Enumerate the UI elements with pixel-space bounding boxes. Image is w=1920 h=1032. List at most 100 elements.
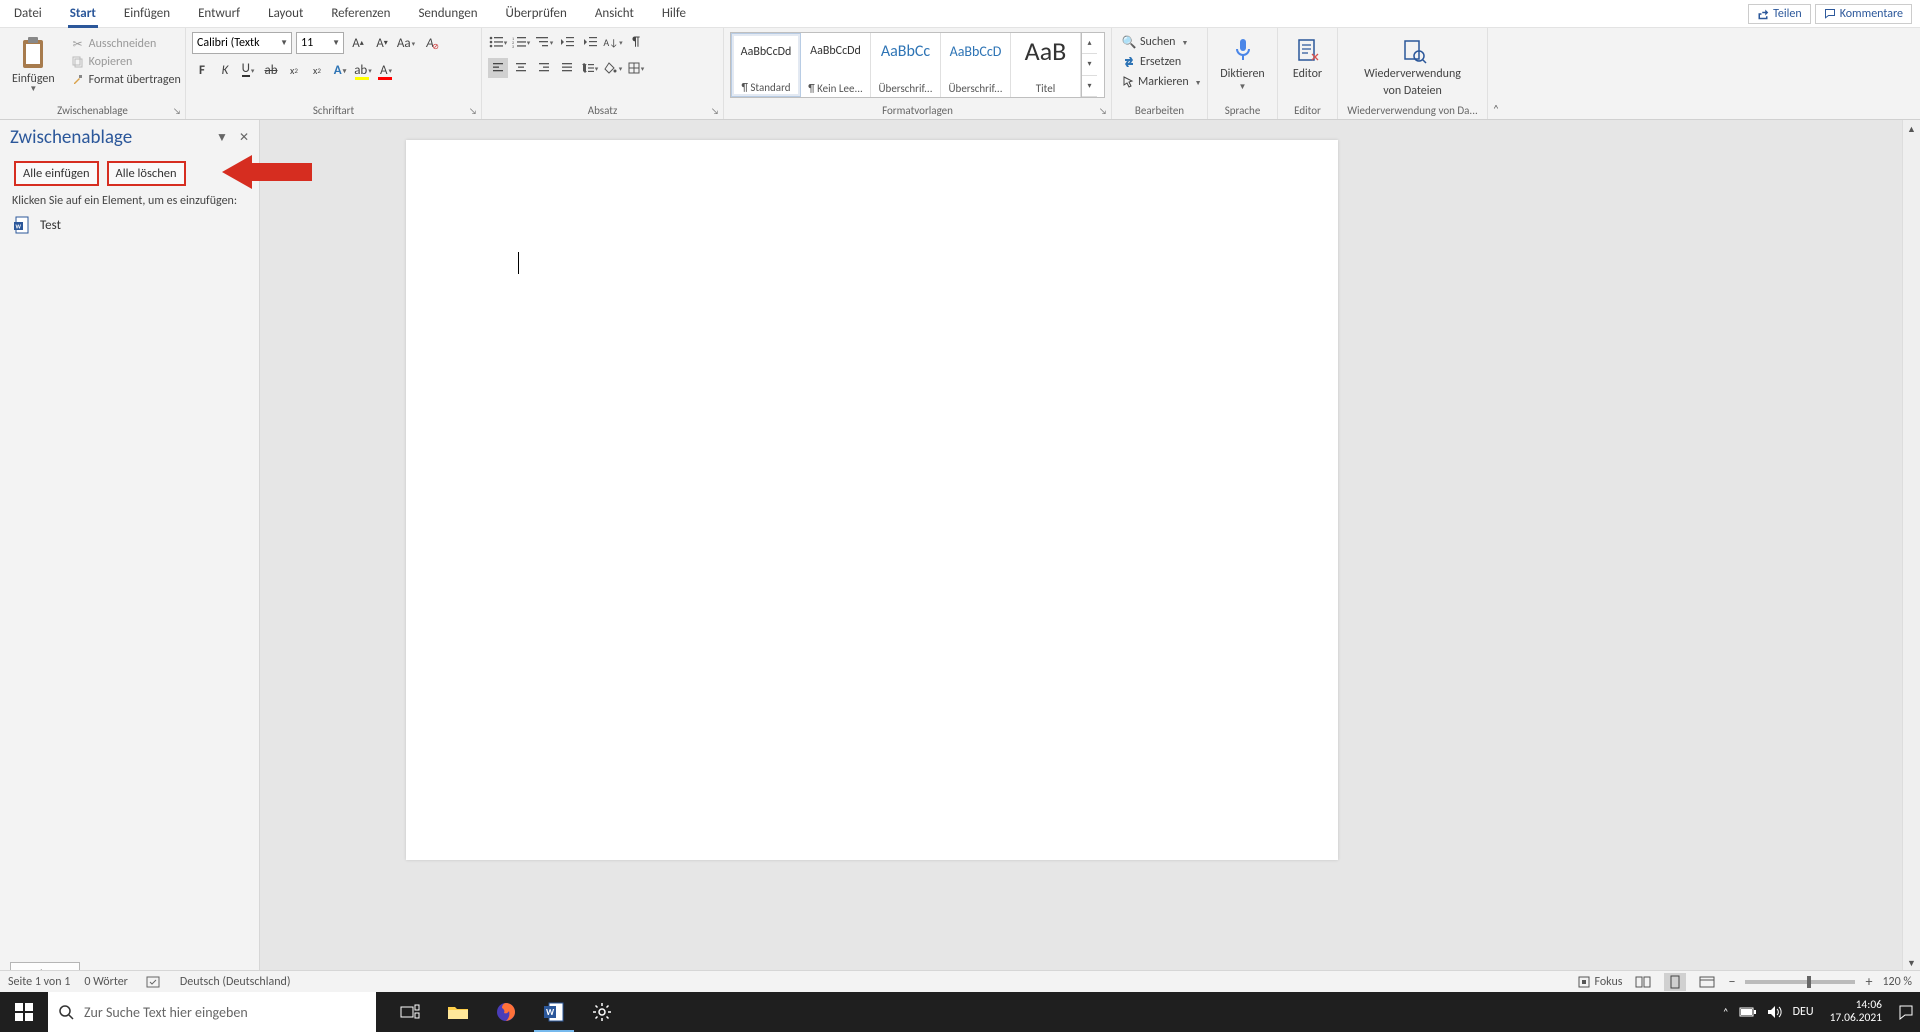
- italic-button[interactable]: K: [215, 60, 235, 80]
- taskbar-clock[interactable]: 14:06 17.06.2021: [1824, 999, 1888, 1025]
- multilevel-list-button[interactable]: [534, 32, 554, 52]
- task-view-button[interactable]: [386, 992, 434, 1032]
- show-marks-button[interactable]: ¶: [626, 32, 646, 52]
- zoom-out-button[interactable]: −: [1728, 973, 1735, 990]
- increase-indent-button[interactable]: [580, 32, 600, 52]
- tab-entwurf[interactable]: Entwurf: [184, 0, 254, 28]
- share-button[interactable]: Teilen: [1748, 4, 1811, 24]
- align-right-button[interactable]: [534, 58, 554, 78]
- style-title[interactable]: AaB Titel: [1011, 33, 1081, 97]
- zoom-in-button[interactable]: +: [1865, 973, 1872, 990]
- document-surface[interactable]: [260, 120, 1902, 997]
- line-spacing-button[interactable]: [580, 58, 600, 78]
- scroll-up-icon[interactable]: ▲: [1903, 120, 1920, 138]
- taskbar-firefox[interactable]: [482, 992, 530, 1032]
- tray-chevron-up-icon[interactable]: ˄: [1723, 1006, 1729, 1019]
- clipboard-launcher[interactable]: ↘: [171, 105, 183, 117]
- status-zoom[interactable]: 120 %: [1882, 975, 1912, 989]
- chevron-up-icon[interactable]: ▴: [1082, 33, 1097, 54]
- style-heading2[interactable]: AaBbCcD Überschrif...: [941, 33, 1011, 97]
- styles-more-icon[interactable]: ▾: [1082, 76, 1097, 97]
- status-page[interactable]: Seite 1 von 1: [8, 975, 70, 989]
- tab-datei[interactable]: Datei: [0, 0, 56, 28]
- align-left-button[interactable]: [488, 58, 508, 78]
- sort-button[interactable]: A↓: [603, 32, 623, 52]
- pane-options-dropdown[interactable]: ▼: [213, 129, 231, 147]
- superscript-button[interactable]: x2: [307, 60, 327, 80]
- font-name-combo[interactable]: Calibri (Textk ▼: [192, 32, 292, 54]
- tab-einfuegen[interactable]: Einfügen: [110, 0, 184, 28]
- read-mode-button[interactable]: [1632, 973, 1654, 991]
- styles-gallery[interactable]: AaBbCcDd ¶ Standard AaBbCcDd ¶ Kein Lee.…: [730, 32, 1105, 98]
- shading-button[interactable]: [603, 58, 623, 78]
- font-color-button[interactable]: A: [376, 60, 396, 80]
- taskbar-explorer[interactable]: [434, 992, 482, 1032]
- text-effects-button[interactable]: A: [330, 60, 350, 80]
- style-no-spacing[interactable]: AaBbCcDd ¶ Kein Lee...: [801, 33, 871, 97]
- strikethrough-button[interactable]: ab: [261, 60, 281, 80]
- numbering-button[interactable]: 123: [511, 32, 531, 52]
- justify-button[interactable]: [557, 58, 577, 78]
- styles-scroll[interactable]: ▴ ▾ ▾: [1081, 33, 1097, 97]
- paste-all-button[interactable]: Alle einfügen: [14, 161, 99, 186]
- paste-button[interactable]: Einfügen ▼: [6, 32, 61, 98]
- subscript-button[interactable]: x2: [284, 60, 304, 80]
- document-page[interactable]: [406, 140, 1338, 860]
- clipboard-item[interactable]: W Test: [0, 214, 259, 236]
- zoom-slider[interactable]: [1745, 980, 1855, 984]
- decrease-indent-button[interactable]: [557, 32, 577, 52]
- find-button[interactable]: 🔍 Suchen ▼: [1118, 34, 1201, 50]
- highlight-color-button[interactable]: ab: [353, 60, 373, 80]
- bullets-button[interactable]: [488, 32, 508, 52]
- tab-ueberpruefen[interactable]: Überprüfen: [492, 0, 581, 28]
- clear-formatting-button[interactable]: A⊘: [420, 33, 440, 53]
- input-language[interactable]: DEU: [1793, 1005, 1814, 1019]
- taskbar-search[interactable]: Zur Suche Text hier eingeben: [48, 992, 376, 1032]
- font-launcher[interactable]: ↘: [467, 105, 479, 117]
- collapse-ribbon-button[interactable]: ^: [1488, 28, 1504, 119]
- tab-hilfe[interactable]: Hilfe: [648, 0, 700, 28]
- comments-button[interactable]: Kommentare: [1815, 4, 1912, 24]
- style-standard[interactable]: AaBbCcDd ¶ Standard: [731, 33, 801, 97]
- dictate-button[interactable]: Diktieren ▼: [1214, 32, 1271, 96]
- pane-close-button[interactable]: ✕: [235, 129, 253, 147]
- spellcheck-icon[interactable]: [142, 975, 166, 989]
- start-button[interactable]: [0, 992, 48, 1032]
- volume-icon[interactable]: [1767, 1005, 1783, 1019]
- taskbar-settings[interactable]: [578, 992, 626, 1032]
- grow-font-button[interactable]: A▴: [348, 33, 368, 53]
- bold-button[interactable]: F: [192, 60, 212, 80]
- reuse-files-button[interactable]: Wiederverwendung von Dateien: [1344, 32, 1481, 102]
- notifications-icon[interactable]: [1898, 1004, 1914, 1020]
- select-button[interactable]: Markieren ▼: [1118, 74, 1201, 90]
- focus-mode-button[interactable]: Fokus: [1577, 975, 1623, 989]
- taskbar-word[interactable]: W: [530, 992, 578, 1032]
- print-layout-button[interactable]: [1664, 973, 1686, 991]
- style-heading1[interactable]: AaBbCc Überschrif...: [871, 33, 941, 97]
- tab-sendungen[interactable]: Sendungen: [404, 0, 491, 28]
- copy-button: Kopieren: [67, 54, 185, 70]
- windows-taskbar: Zur Suche Text hier eingeben W ˄ DEU 14:…: [0, 992, 1920, 1032]
- vertical-scrollbar[interactable]: ▲ ▼: [1902, 120, 1920, 972]
- replace-button[interactable]: Ersetzen: [1118, 54, 1201, 70]
- clear-all-button[interactable]: Alle löschen: [107, 161, 186, 186]
- tab-referenzen[interactable]: Referenzen: [317, 0, 404, 28]
- format-painter-button[interactable]: Format übertragen: [67, 72, 185, 88]
- tab-ansicht[interactable]: Ansicht: [581, 0, 648, 28]
- paragraph-launcher[interactable]: ↘: [709, 105, 721, 117]
- font-size-combo[interactable]: 11 ▼: [296, 32, 344, 54]
- editor-button[interactable]: Editor: [1284, 32, 1331, 85]
- chevron-down-icon[interactable]: ▾: [1082, 54, 1097, 75]
- web-layout-button[interactable]: [1696, 973, 1718, 991]
- status-words[interactable]: 0 Wörter: [84, 975, 128, 989]
- styles-launcher[interactable]: ↘: [1097, 105, 1109, 117]
- borders-button[interactable]: [626, 58, 646, 78]
- battery-icon[interactable]: [1739, 1006, 1757, 1018]
- underline-button[interactable]: U: [238, 60, 258, 80]
- change-case-button[interactable]: Aa: [396, 33, 416, 53]
- shrink-font-button[interactable]: A▾: [372, 33, 392, 53]
- status-language[interactable]: Deutsch (Deutschland): [180, 975, 291, 989]
- align-center-button[interactable]: [511, 58, 531, 78]
- tab-layout[interactable]: Layout: [254, 0, 317, 28]
- tab-start[interactable]: Start: [56, 0, 110, 28]
